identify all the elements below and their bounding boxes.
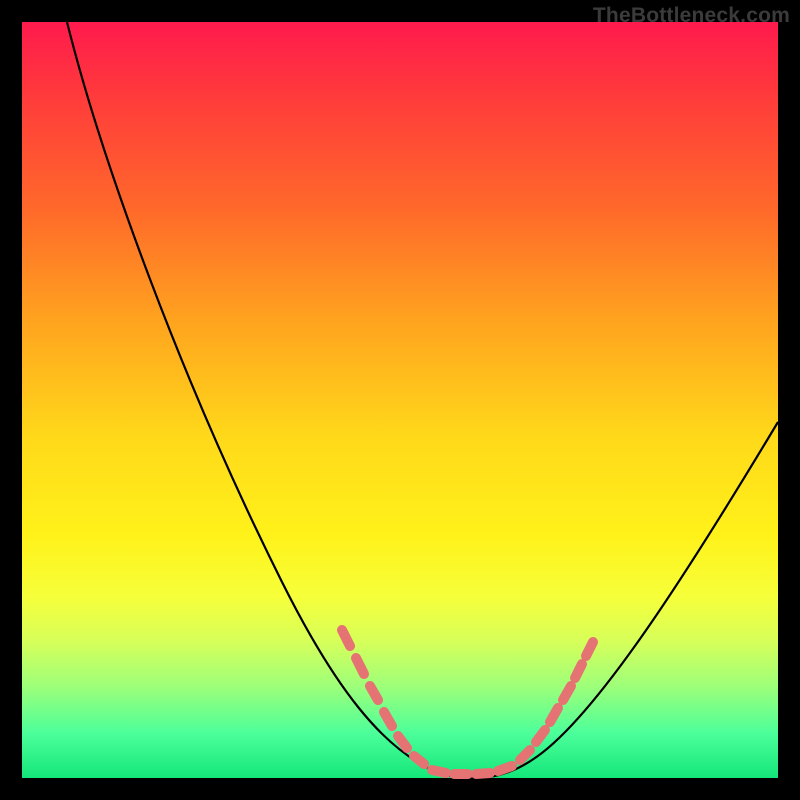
- optimal-range-markers: [342, 630, 593, 774]
- chart-frame: TheBottleneck.com: [0, 0, 800, 800]
- watermark-text: TheBottleneck.com: [593, 4, 790, 28]
- plot-area: [22, 22, 778, 778]
- bottleneck-curve: [67, 22, 778, 778]
- chart-svg: [22, 22, 778, 778]
